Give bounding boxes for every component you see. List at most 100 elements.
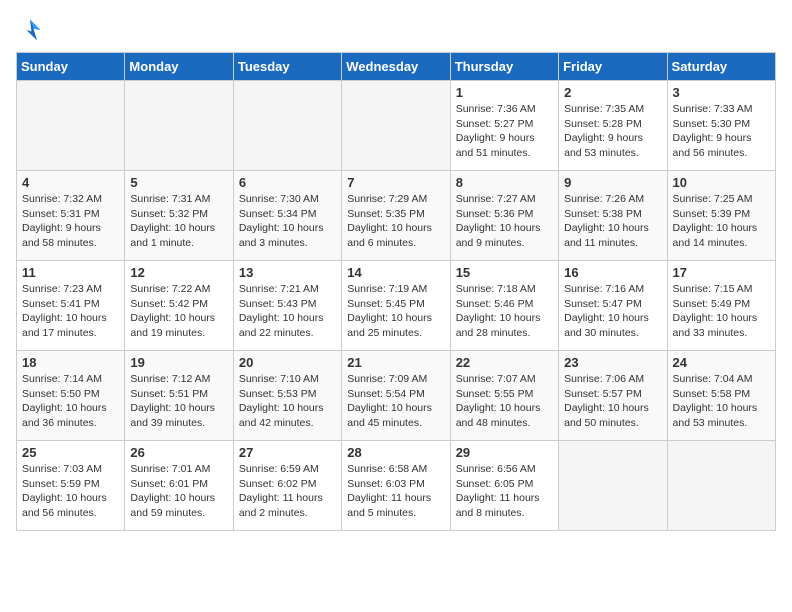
calendar-cell xyxy=(233,81,341,171)
day-info: Sunrise: 7:27 AMSunset: 5:36 PMDaylight:… xyxy=(456,192,553,251)
weekday-header: Monday xyxy=(125,53,233,81)
calendar-cell: 21 Sunrise: 7:09 AMSunset: 5:54 PMDayligh… xyxy=(342,351,450,441)
day-info: Sunrise: 7:12 AMSunset: 5:51 PMDaylight:… xyxy=(130,372,227,431)
calendar-cell: 4 Sunrise: 7:32 AMSunset: 5:31 PMDaylight… xyxy=(17,171,125,261)
calendar-cell: 15 Sunrise: 7:18 AMSunset: 5:46 PMDayligh… xyxy=(450,261,558,351)
calendar-cell: 17 Sunrise: 7:15 AMSunset: 5:49 PMDayligh… xyxy=(667,261,775,351)
calendar-cell: 22Sunrise: 7:07 AMSunset: 5:55 PMDayligh… xyxy=(450,351,558,441)
day-number: 18 xyxy=(22,355,119,370)
weekday-header: Friday xyxy=(559,53,667,81)
day-info: Sunrise: 7:01 AMSunset: 6:01 PMDaylight:… xyxy=(130,462,227,521)
calendar-cell: 8 Sunrise: 7:27 AMSunset: 5:36 PMDaylight… xyxy=(450,171,558,261)
day-info: Sunrise: 7:23 AMSunset: 5:41 PMDaylight:… xyxy=(22,282,119,341)
day-number: 29 xyxy=(456,445,553,460)
weekday-header: Thursday xyxy=(450,53,558,81)
day-info: Sunrise: 7:29 AMSunset: 5:35 PMDaylight:… xyxy=(347,192,444,251)
calendar-cell: 1 Sunrise: 7:36 AMSunset: 5:27 PMDaylight… xyxy=(450,81,558,171)
day-number: 15 xyxy=(456,265,553,280)
day-number: 13 xyxy=(239,265,336,280)
calendar-cell: 14 Sunrise: 7:19 AMSunset: 5:45 PMDayligh… xyxy=(342,261,450,351)
calendar-cell: 2 Sunrise: 7:35 AMSunset: 5:28 PMDaylight… xyxy=(559,81,667,171)
calendar-cell: 5Sunrise: 7:31 AMSunset: 5:32 PMDaylight… xyxy=(125,171,233,261)
day-number: 2 xyxy=(564,85,661,100)
calendar-cell: 9 Sunrise: 7:26 AMSunset: 5:38 PMDaylight… xyxy=(559,171,667,261)
day-number: 27 xyxy=(239,445,336,460)
day-info: Sunrise: 7:18 AMSunset: 5:46 PMDaylight:… xyxy=(456,282,553,341)
calendar-cell: 23 Sunrise: 7:06 AMSunset: 5:57 PMDayligh… xyxy=(559,351,667,441)
day-number: 28 xyxy=(347,445,444,460)
day-number: 9 xyxy=(564,175,661,190)
logo-bird-icon xyxy=(16,16,44,44)
day-info: Sunrise: 7:06 AMSunset: 5:57 PMDaylight:… xyxy=(564,372,661,431)
day-number: 10 xyxy=(673,175,770,190)
day-number: 12 xyxy=(130,265,227,280)
calendar-table: SundayMondayTuesdayWednesdayThursdayFrid… xyxy=(16,52,776,531)
calendar-cell: 27 Sunrise: 6:59 AMSunset: 6:02 PMDayligh… xyxy=(233,441,341,531)
day-info: Sunrise: 7:19 AMSunset: 5:45 PMDaylight:… xyxy=(347,282,444,341)
day-info: Sunrise: 7:36 AMSunset: 5:27 PMDaylight:… xyxy=(456,102,553,161)
day-info: Sunrise: 7:14 AMSunset: 5:50 PMDaylight:… xyxy=(22,372,119,431)
day-number: 25 xyxy=(22,445,119,460)
weekday-header: Tuesday xyxy=(233,53,341,81)
day-info: Sunrise: 7:30 AMSunset: 5:34 PMDaylight:… xyxy=(239,192,336,251)
weekday-header: Saturday xyxy=(667,53,775,81)
calendar-week: 4 Sunrise: 7:32 AMSunset: 5:31 PMDaylight… xyxy=(17,171,776,261)
day-info: Sunrise: 7:09 AMSunset: 5:54 PMDaylight:… xyxy=(347,372,444,431)
calendar-cell: 10Sunrise: 7:25 AMSunset: 5:39 PMDayligh… xyxy=(667,171,775,261)
day-number: 22 xyxy=(456,355,553,370)
day-number: 26 xyxy=(130,445,227,460)
weekday-header: Sunday xyxy=(17,53,125,81)
calendar-cell xyxy=(667,441,775,531)
day-number: 6 xyxy=(239,175,336,190)
calendar-cell: 12 Sunrise: 7:22 AMSunset: 5:42 PMDayligh… xyxy=(125,261,233,351)
day-number: 4 xyxy=(22,175,119,190)
day-info: Sunrise: 7:15 AMSunset: 5:49 PMDaylight:… xyxy=(673,282,770,341)
header xyxy=(16,16,776,44)
calendar-cell: 3Sunrise: 7:33 AMSunset: 5:30 PMDaylight… xyxy=(667,81,775,171)
day-info: Sunrise: 7:32 AMSunset: 5:31 PMDaylight:… xyxy=(22,192,119,251)
calendar-week: 1 Sunrise: 7:36 AMSunset: 5:27 PMDaylight… xyxy=(17,81,776,171)
day-info: Sunrise: 6:56 AMSunset: 6:05 PMDaylight:… xyxy=(456,462,553,521)
day-number: 24 xyxy=(673,355,770,370)
day-number: 14 xyxy=(347,265,444,280)
day-info: Sunrise: 7:35 AMSunset: 5:28 PMDaylight:… xyxy=(564,102,661,161)
calendar-body: 1 Sunrise: 7:36 AMSunset: 5:27 PMDaylight… xyxy=(17,81,776,531)
day-info: Sunrise: 7:33 AMSunset: 5:30 PMDaylight:… xyxy=(673,102,770,161)
day-number: 21 xyxy=(347,355,444,370)
calendar-cell: 25 Sunrise: 7:03 AMSunset: 5:59 PMDayligh… xyxy=(17,441,125,531)
calendar-week: 25 Sunrise: 7:03 AMSunset: 5:59 PMDayligh… xyxy=(17,441,776,531)
day-info: Sunrise: 7:03 AMSunset: 5:59 PMDaylight:… xyxy=(22,462,119,521)
calendar-cell: 18 Sunrise: 7:14 AMSunset: 5:50 PMDayligh… xyxy=(17,351,125,441)
calendar-week: 11 Sunrise: 7:23 AMSunset: 5:41 PMDayligh… xyxy=(17,261,776,351)
day-info: Sunrise: 7:10 AMSunset: 5:53 PMDaylight:… xyxy=(239,372,336,431)
calendar-cell: 29 Sunrise: 6:56 AMSunset: 6:05 PMDayligh… xyxy=(450,441,558,531)
day-info: Sunrise: 7:16 AMSunset: 5:47 PMDaylight:… xyxy=(564,282,661,341)
calendar-cell xyxy=(559,441,667,531)
calendar-cell: 6 Sunrise: 7:30 AMSunset: 5:34 PMDaylight… xyxy=(233,171,341,261)
day-number: 20 xyxy=(239,355,336,370)
calendar-cell: 16Sunrise: 7:16 AMSunset: 5:47 PMDayligh… xyxy=(559,261,667,351)
day-number: 17 xyxy=(673,265,770,280)
calendar-cell: 20 Sunrise: 7:10 AMSunset: 5:53 PMDayligh… xyxy=(233,351,341,441)
calendar-week: 18 Sunrise: 7:14 AMSunset: 5:50 PMDayligh… xyxy=(17,351,776,441)
day-number: 7 xyxy=(347,175,444,190)
calendar-cell xyxy=(17,81,125,171)
calendar-cell: 26 Sunrise: 7:01 AMSunset: 6:01 PMDayligh… xyxy=(125,441,233,531)
calendar-cell: 13 Sunrise: 7:21 AMSunset: 5:43 PMDayligh… xyxy=(233,261,341,351)
day-info: Sunrise: 7:21 AMSunset: 5:43 PMDaylight:… xyxy=(239,282,336,341)
day-info: Sunrise: 7:31 AMSunset: 5:32 PMDaylight:… xyxy=(130,192,227,251)
day-number: 1 xyxy=(456,85,553,100)
day-number: 11 xyxy=(22,265,119,280)
day-info: Sunrise: 7:26 AMSunset: 5:38 PMDaylight:… xyxy=(564,192,661,251)
calendar-cell: 24Sunrise: 7:04 AMSunset: 5:58 PMDayligh… xyxy=(667,351,775,441)
day-number: 23 xyxy=(564,355,661,370)
calendar-cell: 11 Sunrise: 7:23 AMSunset: 5:41 PMDayligh… xyxy=(17,261,125,351)
day-info: Sunrise: 7:22 AMSunset: 5:42 PMDaylight:… xyxy=(130,282,227,341)
logo xyxy=(16,16,48,44)
calendar-cell: 7 Sunrise: 7:29 AMSunset: 5:35 PMDaylight… xyxy=(342,171,450,261)
day-info: Sunrise: 6:59 AMSunset: 6:02 PMDaylight:… xyxy=(239,462,336,521)
day-number: 8 xyxy=(456,175,553,190)
calendar-cell: 19Sunrise: 7:12 AMSunset: 5:51 PMDayligh… xyxy=(125,351,233,441)
calendar-header: SundayMondayTuesdayWednesdayThursdayFrid… xyxy=(17,53,776,81)
calendar-cell xyxy=(125,81,233,171)
